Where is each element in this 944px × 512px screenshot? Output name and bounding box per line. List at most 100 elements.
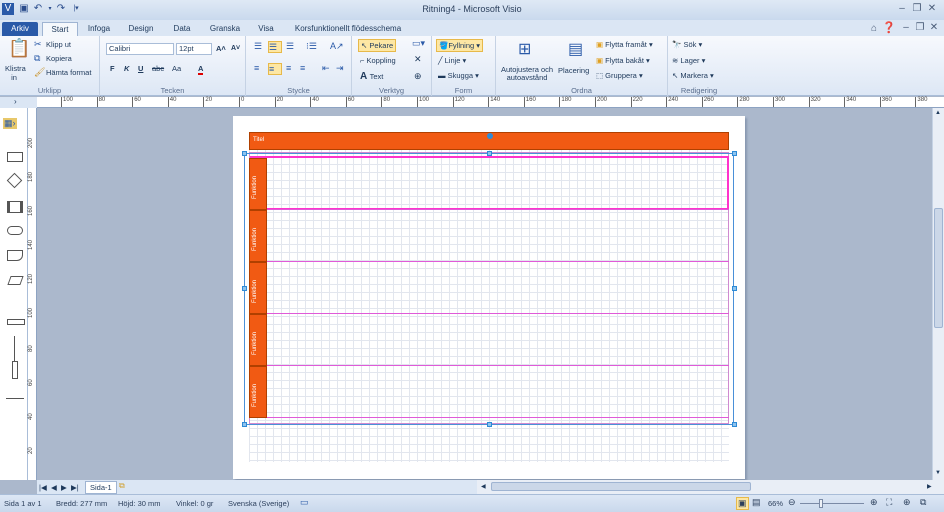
resize-handle-se[interactable] bbox=[732, 422, 737, 427]
copy-button[interactable]: Kopiera bbox=[46, 54, 72, 63]
group-button[interactable]: ⬚ Gruppera ▾ bbox=[596, 71, 643, 80]
italic-button[interactable]: K bbox=[124, 64, 129, 73]
minimize-icon[interactable]: – bbox=[896, 3, 908, 15]
paste-icon[interactable]: 📋 bbox=[8, 38, 30, 59]
fill-button[interactable]: 🪣Fyllning ▾ bbox=[436, 39, 484, 52]
tab-infoga[interactable]: Infoga bbox=[82, 22, 116, 36]
shape-diamond[interactable] bbox=[6, 172, 23, 189]
tab-start[interactable]: Start bbox=[42, 22, 78, 36]
align-middle-icon[interactable]: ☰ bbox=[268, 41, 282, 53]
pointer-tool-button[interactable]: ↖ Pekare bbox=[358, 39, 397, 52]
line-button[interactable]: ╱ Linje ▾ bbox=[438, 56, 466, 65]
scroll-up-icon[interactable]: ▲ bbox=[935, 110, 941, 116]
increase-indent-icon[interactable]: ⇥ bbox=[336, 63, 344, 74]
select-button[interactable]: ↖ Markera ▾ bbox=[672, 71, 714, 80]
shrink-font-icon[interactable]: A˅ bbox=[231, 45, 240, 52]
tab-visa[interactable]: Visa bbox=[252, 22, 280, 36]
paste-button[interactable]: Klistra in bbox=[5, 64, 26, 82]
align-top-icon[interactable]: ☰ bbox=[254, 41, 262, 52]
align-bottom-icon[interactable]: ☰ bbox=[286, 41, 294, 52]
switch-windows-icon[interactable]: ⧉ bbox=[920, 497, 926, 508]
rectangle-tool-icon[interactable]: ▭▾ bbox=[412, 38, 425, 49]
status-page[interactable]: Sida 1 av 1 bbox=[4, 499, 42, 508]
help-icon[interactable]: ❓ bbox=[882, 22, 896, 34]
swimlane-header[interactable]: Funktion bbox=[249, 314, 267, 366]
send-backward-button[interactable]: ▣ Flytta bakåt ▾ bbox=[596, 56, 650, 65]
swimlane-header[interactable]: Funktion bbox=[249, 210, 267, 262]
pan-zoom-icon[interactable]: ⊕ bbox=[903, 497, 911, 508]
strikethrough-button[interactable]: abc bbox=[152, 64, 164, 73]
bold-button[interactable]: F bbox=[110, 64, 115, 73]
change-case-button[interactable]: Aa bbox=[172, 64, 181, 73]
position-icon[interactable]: ▤ bbox=[568, 39, 583, 59]
justify-icon[interactable]: ≡ bbox=[300, 63, 305, 73]
shape-subprocess[interactable] bbox=[7, 201, 23, 213]
resize-handle-e[interactable] bbox=[732, 286, 737, 291]
next-page-icon[interactable]: ▶ bbox=[61, 483, 67, 492]
text-direction-icon[interactable]: A↗ bbox=[330, 41, 344, 52]
shape-document[interactable] bbox=[7, 250, 23, 261]
full-screen-icon[interactable]: ▣ bbox=[736, 497, 749, 510]
tab-design[interactable]: Design bbox=[124, 22, 158, 36]
bring-forward-button[interactable]: ▣ Flytta framåt ▾ bbox=[596, 40, 653, 49]
decrease-indent-icon[interactable]: ⇤ bbox=[322, 63, 330, 74]
grow-font-icon[interactable]: A˄ bbox=[216, 44, 226, 53]
status-language[interactable]: Svenska (Sverige) bbox=[228, 499, 289, 508]
swimlane-header[interactable]: Funktion bbox=[249, 158, 267, 210]
zoom-out-icon[interactable]: ⊖ bbox=[788, 497, 796, 508]
connection-point-icon[interactable]: ⊕ bbox=[414, 71, 422, 82]
prev-page-icon[interactable]: ◀ bbox=[51, 483, 57, 492]
swimlane[interactable]: Funktion bbox=[249, 366, 729, 418]
shape-swimlane-v[interactable] bbox=[12, 361, 18, 379]
close-tool-icon[interactable]: ✕ bbox=[414, 54, 422, 65]
position-button[interactable]: Placering bbox=[558, 66, 589, 75]
sheet-tab-page1[interactable]: Sida-1 bbox=[85, 481, 117, 494]
swimlane[interactable]: Funktion bbox=[249, 262, 729, 314]
tab-cross-functional[interactable]: Korsfunktionellt flödesschema bbox=[288, 22, 408, 36]
align-right-icon[interactable]: ≡ bbox=[286, 63, 291, 73]
horizontal-scrollbar[interactable]: ◀ ▶ bbox=[477, 480, 944, 494]
scroll-right-icon[interactable]: ▶ bbox=[927, 483, 932, 490]
doc-close-icon[interactable]: ✕ bbox=[928, 22, 940, 34]
layers-button[interactable]: ≋ Lager ▾ bbox=[672, 56, 705, 65]
auto-align-button[interactable]: Autojustera och autoavstånd bbox=[498, 66, 556, 82]
zoom-slider-thumb[interactable] bbox=[819, 499, 823, 508]
resize-handle-ne[interactable] bbox=[732, 151, 737, 156]
shape-rectangle[interactable] bbox=[7, 152, 23, 162]
drawing-canvas[interactable]: Titel Funktion Funktion Funktion Funktion Fu… bbox=[37, 108, 932, 480]
close-icon[interactable]: ✕ bbox=[926, 3, 938, 15]
first-page-icon[interactable]: |◀ bbox=[39, 483, 47, 492]
doc-minimize-icon[interactable]: – bbox=[900, 22, 912, 34]
resize-handle-w[interactable] bbox=[242, 286, 247, 291]
doc-restore-icon[interactable]: ❐ bbox=[914, 22, 926, 34]
swimlane[interactable]: Funktion bbox=[249, 210, 729, 262]
shape-separator-v[interactable] bbox=[14, 336, 15, 362]
last-page-icon[interactable]: ▶| bbox=[71, 483, 79, 492]
text-tool-button[interactable]: A Text bbox=[360, 71, 383, 82]
cut-button[interactable]: Klipp ut bbox=[46, 40, 71, 49]
swimlane-header[interactable]: Funktion bbox=[249, 262, 267, 314]
shape-separator-h[interactable] bbox=[6, 398, 24, 399]
restore-icon[interactable]: ❐ bbox=[911, 3, 923, 15]
swimlane-header[interactable]: Funktion bbox=[249, 366, 267, 418]
shape-swimlane-h[interactable] bbox=[7, 319, 25, 325]
format-painter-button[interactable]: Hämta format bbox=[46, 68, 91, 77]
minimize-ribbon-icon[interactable]: ⌂ bbox=[868, 23, 880, 35]
connector-tool-button[interactable]: ⌐ Koppling bbox=[360, 56, 396, 65]
ruler-top[interactable]: 100 80 60 40 20 0 20 40 60 80 100 120 140 160 180 200 22… bbox=[37, 97, 944, 108]
resize-handle-s[interactable] bbox=[487, 422, 492, 427]
tab-data[interactable]: Data bbox=[168, 22, 196, 36]
bullets-icon[interactable]: ⁝☰ bbox=[306, 41, 317, 52]
ruler-left[interactable]: 200 180 160 140 120 100 80 60 40 20 bbox=[28, 108, 37, 480]
macro-record-icon[interactable]: ▭ bbox=[300, 497, 309, 508]
zoom-in-icon[interactable]: ⊕ bbox=[870, 497, 878, 508]
shape-terminator[interactable] bbox=[7, 226, 23, 235]
align-center-icon[interactable]: ≡ bbox=[268, 63, 282, 75]
underline-button[interactable]: U bbox=[138, 64, 143, 73]
tab-arkiv[interactable]: Arkiv bbox=[2, 22, 38, 36]
drawing-page[interactable]: Titel Funktion Funktion Funktion Funktion Fu… bbox=[233, 116, 745, 479]
fit-page-icon[interactable]: ⛶ bbox=[886, 497, 892, 508]
align-left-icon[interactable]: ≡ bbox=[254, 63, 259, 73]
insert-page-icon[interactable]: ⧉ bbox=[119, 481, 125, 491]
font-name-combo[interactable]: Calibri bbox=[106, 43, 174, 55]
